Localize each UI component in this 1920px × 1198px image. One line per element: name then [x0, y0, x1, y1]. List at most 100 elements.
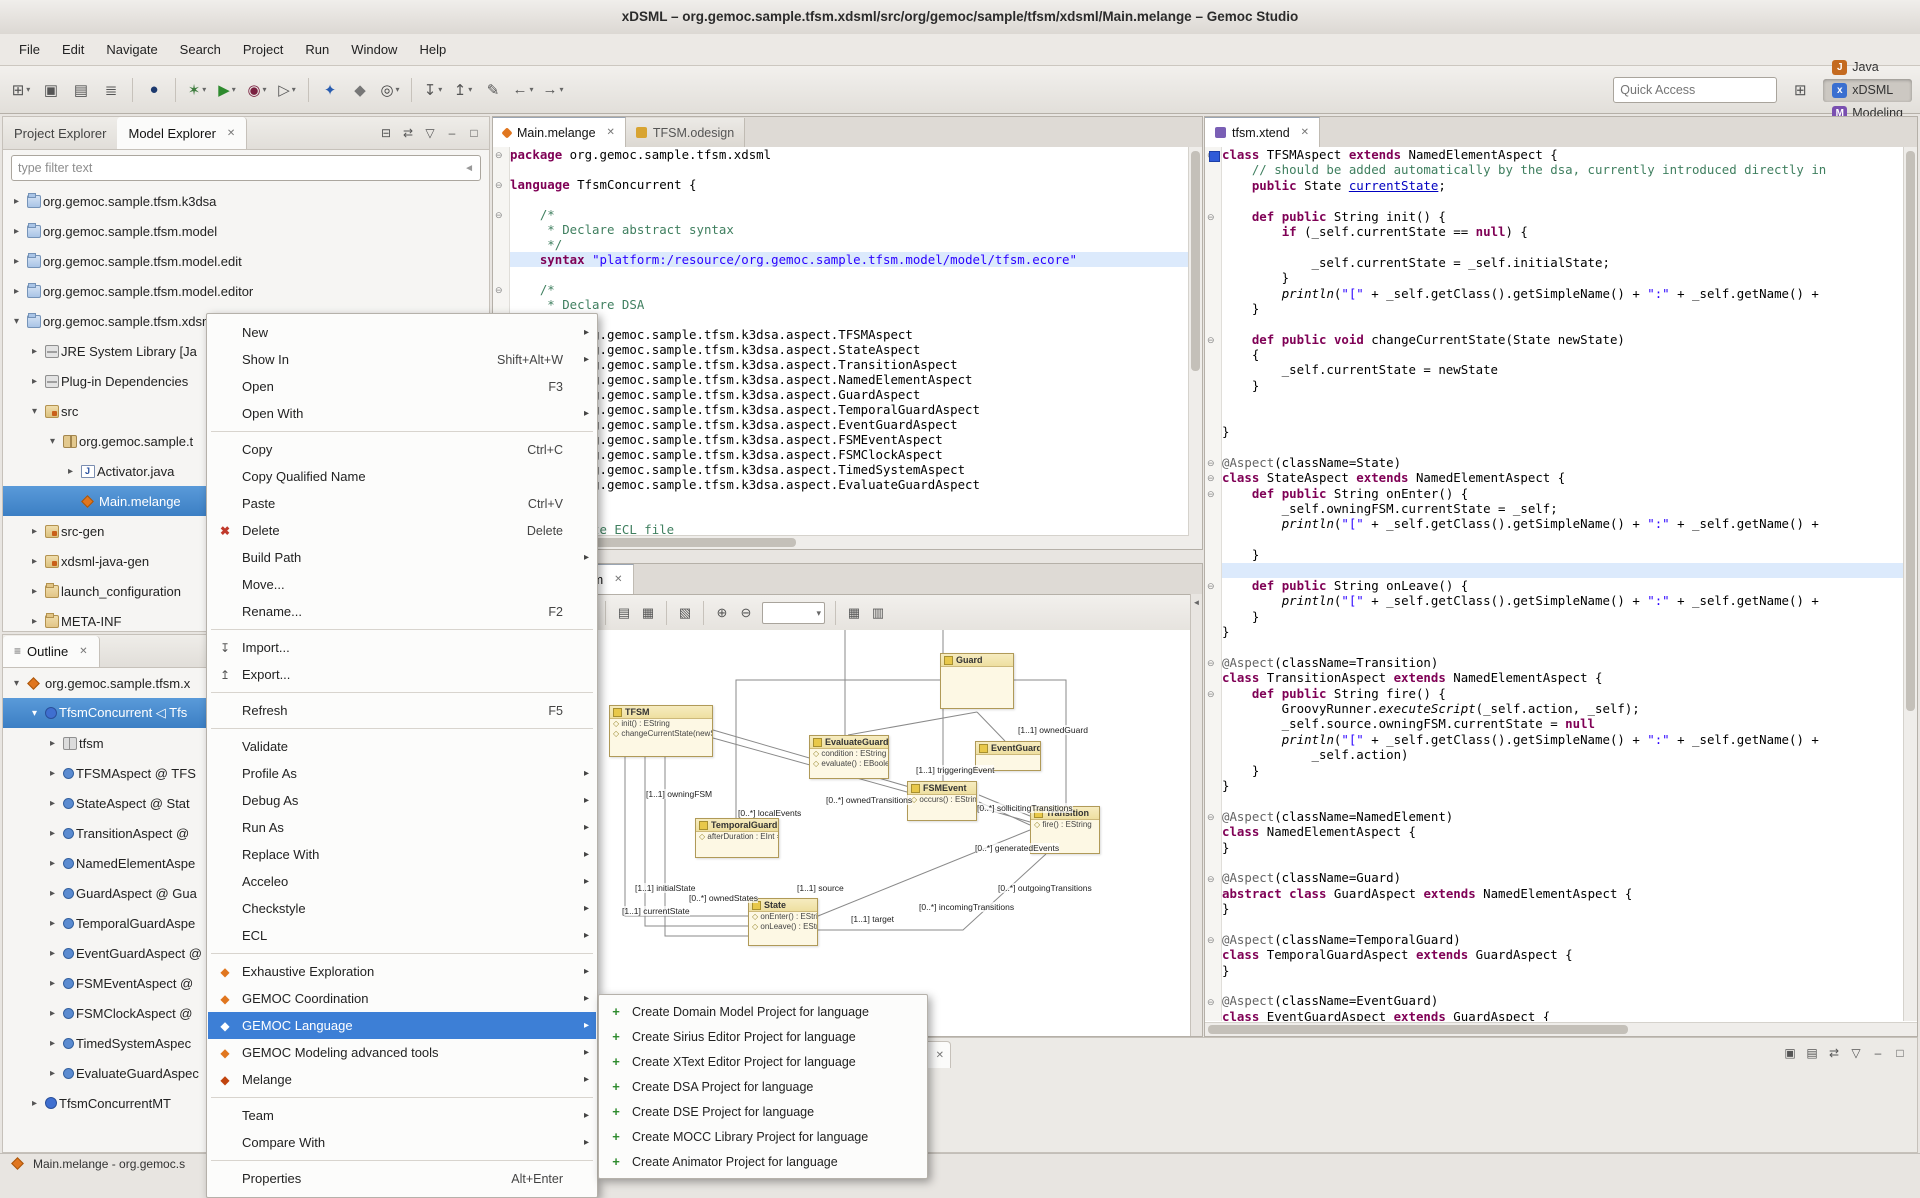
menu-item-gemoc-coordination[interactable]: ◆ GEMOC Coordination ▸ [208, 985, 596, 1012]
fold-marker-icon[interactable]: ⊖ [1207, 458, 1215, 468]
fold-marker-icon[interactable]: ⊖ [495, 180, 503, 190]
menu-item-refresh[interactable]: Refresh F5 [208, 697, 596, 724]
expand-arrow-icon[interactable]: ▸ [45, 738, 60, 749]
tree-item-org-gemoc-sample-tfsm-model-edit[interactable]: ▸ org.gemoc.sample.tfsm.model.edit [3, 246, 489, 276]
menu-item-copy[interactable]: Copy Ctrl+C [208, 436, 596, 463]
expand-arrow-icon[interactable]: ▸ [45, 918, 60, 929]
menu-run[interactable]: Run [294, 37, 340, 62]
expand-arrow-icon[interactable]: ▸ [9, 256, 24, 267]
fold-marker-icon[interactable]: ⊖ [1207, 812, 1215, 822]
dropdown-caret-icon[interactable]: ▾ [263, 85, 267, 94]
dropdown-caret-icon[interactable]: ▾ [529, 85, 533, 94]
expand-arrow-icon[interactable]: ▸ [9, 286, 24, 297]
debug-icon[interactable]: ✶ ▾ [183, 77, 211, 103]
diagram-node-guard[interactable]: Guard [940, 653, 1014, 709]
dropdown-caret-icon[interactable]: ▾ [559, 85, 563, 94]
open-perspective-icon[interactable]: ⊞ [1786, 77, 1814, 103]
minimize-view-icon[interactable]: – [441, 122, 463, 144]
menu-item-copy-qualified-name[interactable]: Copy Qualified Name [208, 463, 596, 490]
fold-marker-icon[interactable]: ⊖ [1207, 473, 1215, 483]
run-icon[interactable]: ▶ ▾ [213, 77, 241, 103]
zoom-in-icon[interactable]: ⊕ [711, 601, 733, 625]
menu-item-checkstyle[interactable]: Checkstyle ▸ [208, 895, 596, 922]
tree-item-org-gemoc-sample-tfsm-model-editor[interactable]: ▸ org.gemoc.sample.tfsm.model.editor [3, 276, 489, 306]
expand-arrow-icon[interactable]: ▸ [9, 226, 24, 237]
fold-marker-icon[interactable]: ⊖ [495, 210, 503, 220]
diagram-node-temporalguard[interactable]: TemporalGuard ◇ afterDuration : EInt = 0 [695, 818, 779, 858]
print-diagram-icon[interactable]: ▦ [637, 601, 659, 625]
tab-main-melange[interactable]: Main.melange ✕ [493, 117, 626, 147]
menu-item-validate[interactable]: Validate [208, 733, 596, 760]
profile-icon[interactable]: ◉ ▾ [243, 77, 271, 103]
menu-window[interactable]: Window [340, 37, 408, 62]
menu-item-acceleo[interactable]: Acceleo ▸ [208, 868, 596, 895]
expand-arrow-icon[interactable]: ▾ [27, 406, 42, 417]
palette-toggle[interactable]: ◄ [1190, 594, 1202, 1036]
menu-help[interactable]: Help [408, 37, 457, 62]
menu-search[interactable]: Search [169, 37, 232, 62]
menu-item-delete[interactable]: ✖ Delete Delete [208, 517, 596, 544]
view-menu-icon[interactable]: ▽ [1845, 1042, 1867, 1064]
close-icon[interactable]: ✕ [227, 118, 235, 149]
link-with-editor-icon[interactable]: ⇄ [397, 122, 419, 144]
dropdown-caret-icon[interactable]: ▾ [26, 85, 30, 94]
expand-arrow-icon[interactable]: ▸ [27, 376, 42, 387]
menu-item-melange[interactable]: ◆ Melange ▸ [208, 1066, 596, 1093]
expand-arrow-icon[interactable]: ▸ [45, 768, 60, 779]
dropdown-caret-icon[interactable]: ▾ [396, 85, 400, 94]
expand-arrow-icon[interactable]: ▸ [45, 798, 60, 809]
expand-arrow-icon[interactable]: ▾ [27, 708, 42, 719]
tab-tfsm-xtend[interactable]: tfsm.xtend ✕ [1205, 117, 1321, 147]
expand-arrow-icon[interactable]: ▸ [45, 828, 60, 839]
new-icon[interactable]: ⊞ ▾ [7, 77, 35, 103]
fold-marker-icon[interactable]: ⊖ [1207, 997, 1215, 1007]
menu-item-debug-as[interactable]: Debug As ▸ [208, 787, 596, 814]
submenu-item-create-mocc-library-project-for-language[interactable]: + Create MOCC Library Project for languag… [600, 1124, 926, 1149]
grid-icon[interactable]: ▦ [843, 601, 865, 625]
fold-marker-icon[interactable]: ⊖ [1207, 689, 1215, 699]
fold-marker-icon[interactable]: ⊖ [1207, 212, 1215, 222]
fold-marker-icon[interactable]: ⊖ [495, 150, 503, 160]
filter-input[interactable]: type filter text ◄ [11, 155, 481, 181]
new-java-project-icon[interactable]: ✦ [316, 77, 344, 103]
menu-item-export[interactable]: ↥ Export... [208, 661, 596, 688]
diagram-node-tfsm[interactable]: TFSM ◇ init() : EString ◇ changeCurrentSta… [609, 705, 713, 757]
fold-marker-icon[interactable]: ⊖ [1207, 874, 1215, 884]
xtend-code-area[interactable]: ⊖⊖⊖⊖⊖⊖⊖⊖⊖⊖⊖⊖⊖class TFSMAspect extends Na… [1205, 147, 1904, 1021]
vertical-scrollbar[interactable] [1903, 147, 1917, 1021]
dropdown-caret-icon[interactable]: ▾ [468, 85, 472, 94]
save-all-icon[interactable]: ▤ [67, 77, 95, 103]
pin-editor-icon[interactable]: ▣ [1779, 1042, 1801, 1064]
menu-item-open-with[interactable]: Open With ▸ [208, 400, 596, 427]
menu-item-rename[interactable]: Rename... F2 [208, 598, 596, 625]
close-icon[interactable]: ✕ [79, 636, 87, 667]
collapse-all-icon[interactable]: ⊟ [375, 122, 397, 144]
expand-arrow-icon[interactable]: ▸ [27, 346, 42, 357]
tab-tfsm-odesign[interactable]: TFSM.odesign [625, 118, 746, 147]
expand-arrow-icon[interactable]: ▾ [9, 316, 24, 327]
tab-model-explorer[interactable]: Model Explorer ✕ [117, 117, 248, 149]
menu-item-gemoc-modeling-advanced-tools[interactable]: ◆ GEMOC Modeling advanced tools ▸ [208, 1039, 596, 1066]
menu-item-ecl[interactable]: ECL ▸ [208, 922, 596, 949]
submenu-item-create-dsa-project-for-language[interactable]: + Create DSA Project for language [600, 1074, 926, 1099]
menu-item-show-in[interactable]: Show In Shift+Alt+W ▸ [208, 346, 596, 373]
close-icon[interactable]: ✕ [607, 127, 615, 138]
fold-marker-icon[interactable]: ⊖ [495, 285, 503, 295]
view-menu-icon[interactable]: ▽ [419, 122, 441, 144]
fold-marker-icon[interactable]: ⊖ [1207, 581, 1215, 591]
expand-arrow-icon[interactable]: ▾ [45, 436, 60, 447]
expand-arrow-icon[interactable]: ▸ [45, 948, 60, 959]
menu-item-replace-with[interactable]: Replace With ▸ [208, 841, 596, 868]
maximize-view-icon[interactable]: □ [463, 122, 485, 144]
maximize-view-icon[interactable]: □ [1889, 1042, 1911, 1064]
last-edit-location-icon[interactable]: ✎ [479, 77, 507, 103]
menu-item-compare-with[interactable]: Compare With ▸ [208, 1129, 596, 1156]
tab-outline[interactable]: ≡ Outline ✕ [3, 635, 100, 667]
tree-item-org-gemoc-sample-tfsm-k3dsa[interactable]: ▸ org.gemoc.sample.tfsm.k3dsa [3, 186, 489, 216]
export-image-icon[interactable]: ▤ [613, 601, 635, 625]
submenu-item-create-animator-project-for-language[interactable]: + Create Animator Project for language [600, 1149, 926, 1174]
fold-marker-icon[interactable]: ⊖ [1207, 658, 1215, 668]
menu-item-import[interactable]: ↧ Import... [208, 634, 596, 661]
clear-filter-icon[interactable]: ◄ [464, 163, 474, 174]
perspective-xdsml[interactable]: x xDSML [1823, 78, 1912, 102]
